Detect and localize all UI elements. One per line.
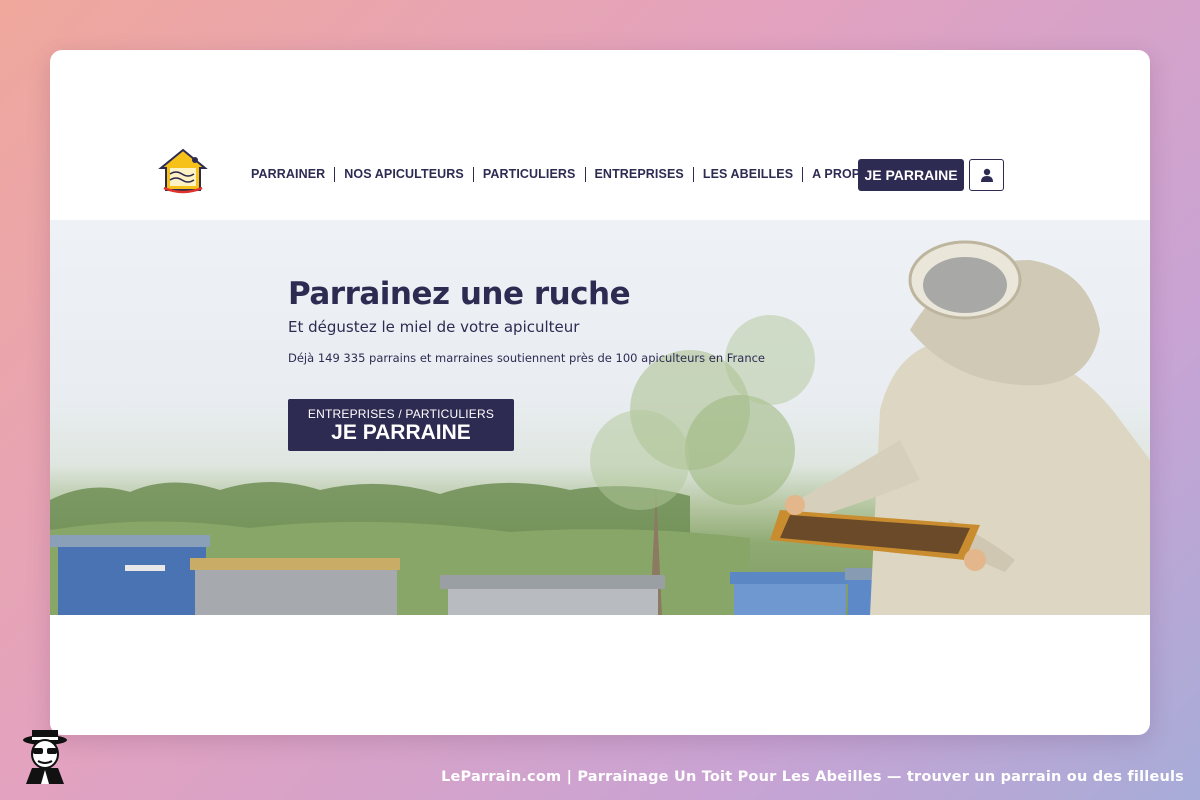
- site-logo[interactable]: [158, 148, 208, 194]
- hero-cta-big-label: JE PARRAINE: [331, 420, 471, 444]
- je-parraine-button[interactable]: JE PARRAINE: [858, 159, 964, 191]
- hero-stats: Déjà 149 335 parrains et marraines souti…: [288, 351, 766, 365]
- leparrain-mascot: [18, 728, 72, 784]
- nav-entreprises[interactable]: ENTREPRISES: [586, 166, 694, 182]
- nav-particuliers[interactable]: PARTICULIERS: [474, 166, 586, 182]
- nav-parrainer[interactable]: PARRAINER: [244, 166, 336, 182]
- nav-nos-apiculteurs[interactable]: NOS APICULTEURS: [335, 166, 474, 182]
- leparrain-mascot-icon: [23, 730, 67, 784]
- browser-page-card: PARRAINER NOS APICULTEURS PARTICULIERS E…: [50, 50, 1150, 735]
- hero-subtitle: Et dégustez le miel de votre apiculteur: [288, 318, 580, 336]
- hero-je-parraine-button[interactable]: ENTREPRISES / PARTICULIERS JE PARRAINE: [288, 399, 514, 451]
- hero-banner: Parrainez une ruche Et dégustez le miel …: [50, 220, 1150, 615]
- main-navigation: PARRAINER NOS APICULTEURS PARTICULIERS E…: [244, 162, 888, 186]
- un-toit-pour-les-abeilles-logo-icon: [158, 148, 208, 194]
- hero-title: Parrainez une ruche: [288, 276, 631, 312]
- hero-cta-small-label: ENTREPRISES / PARTICULIERS: [307, 406, 495, 421]
- site-header: PARRAINER NOS APICULTEURS PARTICULIERS E…: [50, 50, 1150, 220]
- nav-les-abeilles[interactable]: LES ABEILLES: [694, 166, 804, 182]
- user-icon: [980, 168, 993, 182]
- account-button[interactable]: [969, 159, 1004, 191]
- footer-caption: LeParrain.com | Parrainage Un Toit Pour …: [441, 769, 1184, 785]
